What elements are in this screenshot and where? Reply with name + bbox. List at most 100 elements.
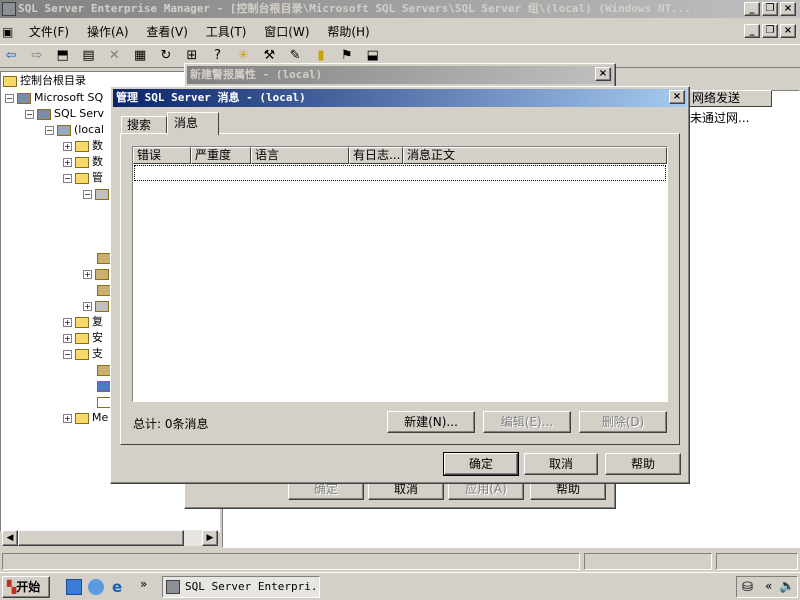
scroll-left-button[interactable]: ◀ [2, 530, 18, 546]
expand-icon[interactable]: + [63, 141, 72, 151]
cancel-button[interactable]: 取消 [524, 453, 598, 475]
alert-dialog-title: 新建警报属性 - (local) [190, 68, 323, 81]
minimize-button[interactable]: _ [744, 2, 760, 16]
tree-ms-sql[interactable]: − Microsoft SQ [5, 90, 103, 106]
mdi-close-button[interactable]: × [780, 24, 796, 38]
tree-node-7[interactable]: + Me [63, 410, 108, 426]
expand-icon[interactable]: + [63, 157, 72, 167]
menu-file[interactable]: 文件(F) [22, 22, 76, 42]
tree-node-4[interactable]: + 复 [63, 314, 103, 330]
main-title: SQL Server Enterprise Manager - [控制台根目录\… [18, 2, 692, 15]
server-group-icon [37, 108, 51, 120]
properties-icon[interactable]: ▦ [129, 45, 151, 67]
quicklaunch-chevron[interactable]: » [140, 577, 147, 591]
main-title-bar[interactable]: SQL Server Enterprise Manager - [控制台根目录\… [0, 0, 800, 18]
server-running-icon [57, 124, 71, 136]
messages-list[interactable]: 错误 严重度 语言 有日志... 消息正文 [132, 146, 668, 402]
tab-messages[interactable]: 消息 [167, 112, 219, 135]
menu-view[interactable]: 查看(V) [139, 22, 195, 42]
tree-node-1[interactable]: + 数 [63, 138, 103, 154]
collapse-icon[interactable]: − [83, 189, 92, 199]
tab-search[interactable]: 搜索 [121, 116, 167, 134]
collapse-icon[interactable]: − [63, 349, 72, 359]
expand-icon[interactable]: + [63, 333, 72, 343]
server-icon [17, 92, 31, 104]
close-button[interactable]: × [780, 2, 796, 16]
task-app-icon [166, 580, 180, 594]
status-bar [0, 552, 800, 572]
collapse-icon[interactable]: − [5, 93, 14, 103]
windows-logo-icon: ▚ [7, 580, 17, 594]
help-button[interactable]: 帮助 [605, 453, 681, 475]
messages-dialog-title-bar[interactable]: 管理 SQL Server 消息 - (local) [113, 89, 687, 107]
up-folder-icon[interactable]: ⬒ [52, 45, 74, 67]
delete-icon[interactable]: ✕ [103, 45, 125, 67]
taskbar: ▚开始 e » SQL Server Enterpri... ⛁ « 🔈 [0, 572, 800, 600]
mdi-minimize-button[interactable]: _ [744, 24, 760, 38]
delete-message-button[interactable]: 删除(D) [579, 411, 667, 433]
new-message-button[interactable]: 新建(N)... [387, 411, 475, 433]
status-pane-2 [584, 553, 712, 570]
start-button[interactable]: ▚开始 [2, 576, 50, 598]
expand-icon[interactable]: + [63, 413, 72, 423]
tree-node-3[interactable]: − 管 [63, 170, 103, 186]
task-label: SQL Server Enterpri... [185, 580, 320, 593]
column-header-error[interactable]: 错误 [133, 147, 191, 164]
forward-arrow-icon[interactable]: ⇨ [26, 45, 48, 67]
folder-icon [75, 412, 89, 424]
item-icon [97, 364, 111, 376]
status-pane-1 [2, 553, 580, 570]
focus-row[interactable] [134, 165, 666, 181]
collapse-icon[interactable]: − [25, 109, 34, 119]
restore-button[interactable]: ❐ [762, 2, 778, 16]
edit-message-button[interactable]: 编辑(E)... [483, 411, 571, 433]
scroll-right-button[interactable]: ▶ [202, 530, 218, 546]
tree-sub-2[interactable]: + [83, 266, 112, 282]
mdi-restore-button[interactable]: ❐ [762, 24, 778, 38]
show-tree-icon[interactable]: ▤ [77, 45, 99, 67]
mdi-icon[interactable]: ▣ [0, 22, 18, 42]
column-header-language[interactable]: 语言 [251, 147, 349, 164]
quicklaunch-app-icon[interactable] [88, 579, 104, 595]
menu-action[interactable]: 操作(A) [80, 22, 136, 42]
expand-icon[interactable]: + [63, 317, 72, 327]
column-header-logged[interactable]: 有日志... [349, 147, 403, 164]
quicklaunch-desktop-icon[interactable] [66, 579, 82, 595]
menu-tools[interactable]: 工具(T) [199, 22, 254, 42]
right-column-header[interactable]: 网络发送 [688, 90, 772, 107]
tree-agent[interactable]: − [83, 186, 112, 202]
collapse-icon[interactable]: − [63, 173, 72, 183]
tree-sub-4[interactable]: + [83, 298, 112, 314]
tray-chevron[interactable]: « [765, 579, 772, 593]
tree-local[interactable]: − (local [45, 122, 104, 138]
column-header-message-text[interactable]: 消息正文 [403, 147, 667, 164]
menu-window[interactable]: 窗口(W) [257, 22, 316, 42]
menu-help[interactable]: 帮助(H) [320, 22, 376, 42]
expand-icon[interactable]: + [83, 301, 92, 311]
scroll-thumb[interactable] [18, 530, 184, 546]
ok-button[interactable]: 确定 [443, 452, 519, 476]
quicklaunch-ie-icon[interactable]: e [112, 579, 128, 595]
folder-open-icon [75, 172, 89, 184]
tree-group[interactable]: − SQL Serv [25, 106, 104, 122]
column-header-severity[interactable]: 严重度 [191, 147, 251, 164]
sql-service-icon[interactable]: ⛁ [742, 580, 753, 595]
taskbar-task-button[interactable]: SQL Server Enterpri... [162, 576, 320, 598]
collapse-icon[interactable]: − [45, 125, 54, 135]
item-icon [97, 252, 111, 264]
folder-icon [75, 332, 89, 344]
tree-hscrollbar[interactable]: ◀ ▶ [2, 530, 218, 546]
back-arrow-icon[interactable]: ⇦ [0, 45, 22, 67]
expand-icon[interactable]: + [83, 269, 92, 279]
tree-node-2[interactable]: + 数 [63, 154, 103, 170]
tree-root[interactable]: 控制台根目录 [3, 73, 86, 89]
agent-icon [95, 188, 109, 200]
alert-dialog-title-bar[interactable]: 新建警报属性 - (local) [187, 66, 613, 84]
tree-node-5[interactable]: + 安 [63, 330, 103, 346]
messages-dialog-close-button[interactable]: × [669, 90, 685, 104]
alert-dialog-close-button[interactable]: × [595, 67, 611, 81]
refresh-icon[interactable]: ↻ [155, 45, 177, 67]
menu-bar: ▣ 文件(F) 操作(A) 查看(V) 工具(T) 窗口(W) 帮助(H) [0, 22, 800, 42]
tree-node-6[interactable]: − 支 [63, 346, 103, 362]
volume-icon[interactable]: 🔈 [779, 579, 795, 594]
